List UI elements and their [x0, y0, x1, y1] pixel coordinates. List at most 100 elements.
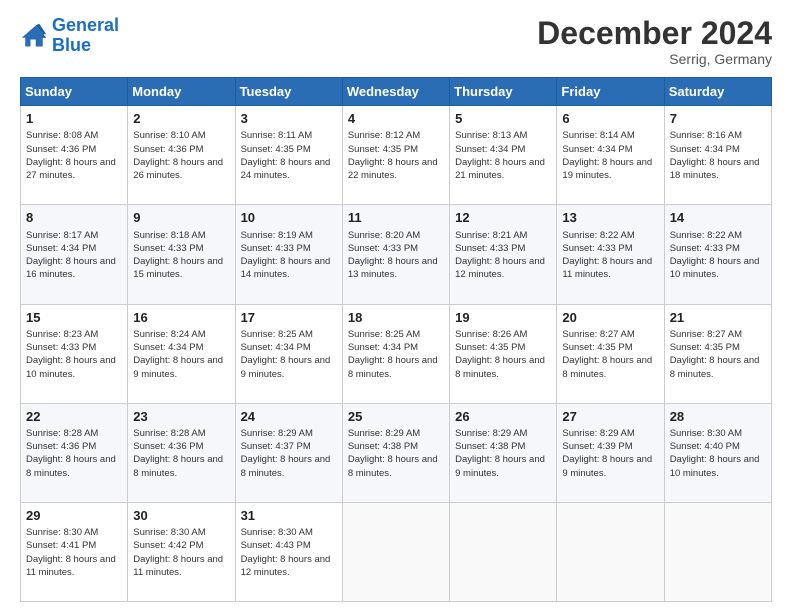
day-info: Sunrise: 8:29 AMSunset: 4:38 PMDaylight:… [348, 428, 438, 479]
day-info: Sunrise: 8:11 AMSunset: 4:35 PMDaylight:… [241, 130, 331, 181]
day-number: 4 [348, 110, 444, 128]
calendar-header-cell: Friday [557, 78, 664, 106]
day-number: 10 [241, 209, 337, 227]
day-number: 27 [562, 408, 658, 426]
day-number: 20 [562, 309, 658, 327]
calendar-cell: 8 Sunrise: 8:17 AMSunset: 4:34 PMDaylight… [21, 205, 128, 304]
day-number: 5 [455, 110, 551, 128]
calendar-cell: 15 Sunrise: 8:23 AMSunset: 4:33 PMDayligh… [21, 304, 128, 403]
calendar-cell: 16 Sunrise: 8:24 AMSunset: 4:34 PMDayligh… [128, 304, 235, 403]
day-info: Sunrise: 8:26 AMSunset: 4:35 PMDaylight:… [455, 329, 545, 380]
day-number: 26 [455, 408, 551, 426]
day-number: 11 [348, 209, 444, 227]
day-info: Sunrise: 8:17 AMSunset: 4:34 PMDaylight:… [26, 230, 116, 281]
day-number: 16 [133, 309, 229, 327]
day-info: Sunrise: 8:23 AMSunset: 4:33 PMDaylight:… [26, 329, 116, 380]
day-number: 2 [133, 110, 229, 128]
calendar-cell: 30Sunrise: 8:30 AMSunset: 4:42 PMDayligh… [128, 502, 235, 601]
calendar-cell: 11 Sunrise: 8:20 AMSunset: 4:33 PMDayligh… [342, 205, 449, 304]
calendar-week-row: 22Sunrise: 8:28 AMSunset: 4:36 PMDayligh… [21, 403, 772, 502]
calendar-header-cell: Wednesday [342, 78, 449, 106]
day-info: Sunrise: 8:25 AMSunset: 4:34 PMDaylight:… [241, 329, 331, 380]
calendar-cell: 31 Sunrise: 8:30 AMSunset: 4:43 PMDayligh… [235, 502, 342, 601]
logo-icon [20, 22, 48, 50]
calendar-cell: 9 Sunrise: 8:18 AMSunset: 4:33 PMDaylight… [128, 205, 235, 304]
calendar-cell: 3 Sunrise: 8:11 AMSunset: 4:35 PMDaylight… [235, 106, 342, 205]
calendar-week-row: 8 Sunrise: 8:17 AMSunset: 4:34 PMDaylight… [21, 205, 772, 304]
calendar-header-cell: Thursday [450, 78, 557, 106]
day-number: 12 [455, 209, 551, 227]
day-number: 9 [133, 209, 229, 227]
day-info: Sunrise: 8:19 AMSunset: 4:33 PMDaylight:… [241, 230, 331, 281]
main-title: December 2024 [537, 16, 772, 51]
calendar-cell: 5 Sunrise: 8:13 AMSunset: 4:34 PMDaylight… [450, 106, 557, 205]
title-block: December 2024 Serrig, Germany [537, 16, 772, 67]
day-info: Sunrise: 8:29 AMSunset: 4:39 PMDaylight:… [562, 428, 652, 479]
calendar-cell: 6 Sunrise: 8:14 AMSunset: 4:34 PMDaylight… [557, 106, 664, 205]
calendar-week-row: 1 Sunrise: 8:08 AMSunset: 4:36 PMDaylight… [21, 106, 772, 205]
page: General Blue December 2024 Serrig, Germa… [0, 0, 792, 612]
calendar-cell: 18 Sunrise: 8:25 AMSunset: 4:34 PMDayligh… [342, 304, 449, 403]
day-info: Sunrise: 8:30 AMSunset: 4:43 PMDaylight:… [241, 527, 331, 578]
day-info: Sunrise: 8:28 AMSunset: 4:36 PMDaylight:… [133, 428, 223, 479]
day-info: Sunrise: 8:30 AMSunset: 4:40 PMDaylight:… [670, 428, 760, 479]
calendar-cell: 26Sunrise: 8:29 AMSunset: 4:38 PMDayligh… [450, 403, 557, 502]
calendar-cell [664, 502, 771, 601]
day-number: 25 [348, 408, 444, 426]
calendar-cell: 14Sunrise: 8:22 AMSunset: 4:33 PMDayligh… [664, 205, 771, 304]
day-number: 1 [26, 110, 122, 128]
day-info: Sunrise: 8:12 AMSunset: 4:35 PMDaylight:… [348, 130, 438, 181]
calendar-cell: 24Sunrise: 8:29 AMSunset: 4:37 PMDayligh… [235, 403, 342, 502]
calendar-cell: 7Sunrise: 8:16 AMSunset: 4:34 PMDaylight… [664, 106, 771, 205]
day-number: 14 [670, 209, 766, 227]
day-info: Sunrise: 8:13 AMSunset: 4:34 PMDaylight:… [455, 130, 545, 181]
calendar-cell [450, 502, 557, 601]
calendar-cell: 12 Sunrise: 8:21 AMSunset: 4:33 PMDayligh… [450, 205, 557, 304]
calendar-week-row: 29Sunrise: 8:30 AMSunset: 4:41 PMDayligh… [21, 502, 772, 601]
day-number: 13 [562, 209, 658, 227]
calendar-cell: 21 Sunrise: 8:27 AMSunset: 4:35 PMDayligh… [664, 304, 771, 403]
calendar-cell: 10 Sunrise: 8:19 AMSunset: 4:33 PMDayligh… [235, 205, 342, 304]
day-info: Sunrise: 8:20 AMSunset: 4:33 PMDaylight:… [348, 230, 438, 281]
day-info: Sunrise: 8:24 AMSunset: 4:34 PMDaylight:… [133, 329, 223, 380]
calendar-body: 1 Sunrise: 8:08 AMSunset: 4:36 PMDaylight… [21, 106, 772, 602]
day-number: 3 [241, 110, 337, 128]
calendar-cell [342, 502, 449, 601]
calendar-cell: 25 Sunrise: 8:29 AMSunset: 4:38 PMDayligh… [342, 403, 449, 502]
calendar-cell: 2Sunrise: 8:10 AMSunset: 4:36 PMDaylight… [128, 106, 235, 205]
subtitle: Serrig, Germany [537, 51, 772, 67]
day-number: 7 [670, 110, 766, 128]
day-info: Sunrise: 8:25 AMSunset: 4:34 PMDaylight:… [348, 329, 438, 380]
calendar-cell [557, 502, 664, 601]
day-info: Sunrise: 8:14 AMSunset: 4:34 PMDaylight:… [562, 130, 652, 181]
calendar-cell: 22Sunrise: 8:28 AMSunset: 4:36 PMDayligh… [21, 403, 128, 502]
calendar-header-cell: Monday [128, 78, 235, 106]
calendar-header-row: SundayMondayTuesdayWednesdayThursdayFrid… [21, 78, 772, 106]
day-info: Sunrise: 8:18 AMSunset: 4:33 PMDaylight:… [133, 230, 223, 281]
day-info: Sunrise: 8:30 AMSunset: 4:41 PMDaylight:… [26, 527, 116, 578]
calendar-cell: 20Sunrise: 8:27 AMSunset: 4:35 PMDayligh… [557, 304, 664, 403]
calendar-header-cell: Saturday [664, 78, 771, 106]
day-info: Sunrise: 8:30 AMSunset: 4:42 PMDaylight:… [133, 527, 223, 578]
logo: General Blue [20, 16, 119, 56]
day-number: 6 [562, 110, 658, 128]
day-info: Sunrise: 8:08 AMSunset: 4:36 PMDaylight:… [26, 130, 116, 181]
day-info: Sunrise: 8:28 AMSunset: 4:36 PMDaylight:… [26, 428, 116, 479]
day-info: Sunrise: 8:22 AMSunset: 4:33 PMDaylight:… [562, 230, 652, 281]
calendar-cell: 19 Sunrise: 8:26 AMSunset: 4:35 PMDayligh… [450, 304, 557, 403]
day-number: 18 [348, 309, 444, 327]
calendar-table: SundayMondayTuesdayWednesdayThursdayFrid… [20, 77, 772, 602]
day-number: 19 [455, 309, 551, 327]
day-number: 8 [26, 209, 122, 227]
header: General Blue December 2024 Serrig, Germa… [20, 16, 772, 67]
calendar-cell: 23 Sunrise: 8:28 AMSunset: 4:36 PMDayligh… [128, 403, 235, 502]
day-number: 31 [241, 507, 337, 525]
calendar-cell: 17Sunrise: 8:25 AMSunset: 4:34 PMDayligh… [235, 304, 342, 403]
day-number: 21 [670, 309, 766, 327]
day-number: 15 [26, 309, 122, 327]
day-number: 24 [241, 408, 337, 426]
day-info: Sunrise: 8:21 AMSunset: 4:33 PMDaylight:… [455, 230, 545, 281]
calendar-cell: 29Sunrise: 8:30 AMSunset: 4:41 PMDayligh… [21, 502, 128, 601]
day-number: 23 [133, 408, 229, 426]
day-info: Sunrise: 8:27 AMSunset: 4:35 PMDaylight:… [670, 329, 760, 380]
